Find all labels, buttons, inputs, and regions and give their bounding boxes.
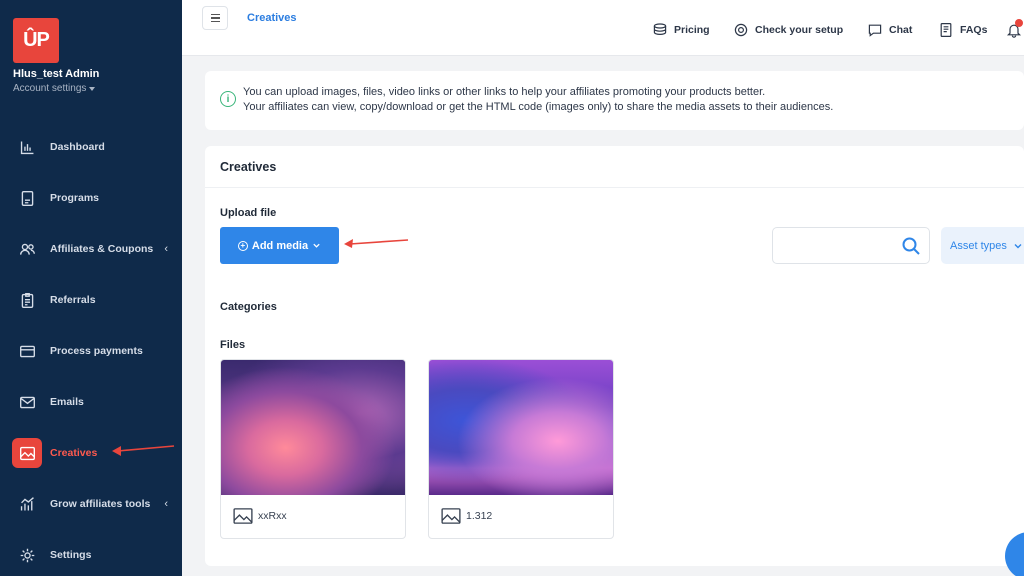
sidebar-item-referrals[interactable]: Referrals [12,284,182,316]
sidebar-item-label: Referrals [50,294,96,306]
check-setup-link[interactable]: Check your setup [733,22,843,38]
chevron-down-icon [1014,243,1022,248]
info-line-1: You can upload images, files, video link… [243,86,766,98]
account-name: Hlus_test Admin [13,68,100,80]
users-icon [12,234,42,264]
sidebar-item-label: Affiliates & Coupons [50,243,154,255]
breadcrumb[interactable]: Creatives [247,12,297,24]
image-icon [441,508,461,524]
search-input[interactable] [781,236,891,256]
file-name: 1.312 [466,510,493,522]
image-icon [233,508,253,524]
chevron-left-icon: ‹ [164,498,168,510]
sidebar-item-creatives[interactable]: Creatives [12,437,182,469]
top-bar: Creatives Pricing Check your setup Chat … [182,0,1024,56]
faqs-label: FAQs [960,24,988,36]
sidebar-item-settings[interactable]: Settings [12,539,182,571]
gear-icon [734,23,748,37]
credit-card-icon [12,336,42,366]
add-media-button[interactable]: + Add media [220,227,339,264]
file-thumbnail[interactable] [429,360,613,495]
search-icon[interactable] [901,236,921,256]
chart-icon [12,132,42,162]
info-banner: i You can upload images, files, video li… [205,71,1024,130]
sidebar-item-emails[interactable]: Emails [12,386,182,418]
chevron-down-icon [313,243,320,248]
faqs-link[interactable]: FAQs [938,22,987,38]
sidebar-item-label: Programs [50,192,100,204]
sidebar-item-label: Process payments [50,345,143,357]
gear-icon [12,540,42,570]
pricing-link[interactable]: Pricing [652,22,710,38]
file-name: xxRxx [258,510,287,522]
growth-chart-icon [12,489,42,519]
chat-label: Chat [889,24,913,36]
app-logo[interactable]: ÛP [13,18,59,63]
sidebar-item-label: Settings [50,549,92,561]
sidebar-item-affiliates-coupons[interactable]: Affiliates & Coupons ‹ [12,233,182,265]
sidebar-item-process-payments[interactable]: Process payments [12,335,182,367]
card-header: Creatives [205,146,1024,188]
sidebar-item-dashboard[interactable]: Dashboard [12,131,182,163]
clipboard-icon [12,285,42,315]
document-icon [12,183,42,213]
sidebar-item-label: Grow affiliates tools [50,498,151,510]
logo-text: ÛP [23,29,50,51]
plus-circle-icon: + [237,240,248,251]
asset-types-dropdown[interactable]: Asset types [941,227,1024,264]
chat-link[interactable]: Chat [867,22,912,38]
check-setup-label: Check your setup [755,24,844,36]
files-label: Files [220,339,246,351]
info-icon: i [220,91,236,107]
chevron-left-icon: ‹ [164,243,168,255]
search-box [772,227,930,264]
file-meta: xxRxx [233,508,287,524]
page-title: Creatives [220,160,277,174]
sidebar: ÛP Hlus_test Admin Account settings Dash… [0,0,182,576]
upload-file-label: Upload file [220,207,277,219]
account-settings-label: Account settings [13,83,87,94]
file-meta: 1.312 [441,508,492,524]
sidebar-item-label: Creatives [50,447,98,459]
caret-down-icon [89,86,96,91]
image-icon [12,438,42,468]
sidebar-item-grow-affiliates-tools[interactable]: Grow affiliates tools ‹ [12,488,182,520]
add-media-label: Add media [251,239,309,252]
sidebar-item-label: Emails [50,396,84,408]
sidebar-item-label: Dashboard [50,141,105,153]
pricing-label: Pricing [674,24,710,36]
file-card[interactable]: xxRxx [220,359,406,539]
account-settings-dropdown[interactable]: Account settings [13,83,96,94]
sidebar-item-programs[interactable]: Programs [12,182,182,214]
book-icon [940,23,952,37]
mail-icon [12,387,42,417]
file-thumbnail[interactable] [221,360,405,495]
notifications-button[interactable] [1006,19,1023,43]
notification-badge [1015,19,1023,27]
asset-types-label: Asset types [950,239,1007,252]
menu-toggle-button[interactable] [202,6,228,30]
info-line-2: Your affiliates can view, copy/download … [243,101,834,113]
file-card[interactable]: 1.312 [428,359,614,539]
categories-label: Categories [220,301,277,313]
coins-icon [653,23,667,36]
chat-icon [868,24,882,37]
creatives-card: Creatives Upload file + Add media Asset … [205,146,1024,566]
